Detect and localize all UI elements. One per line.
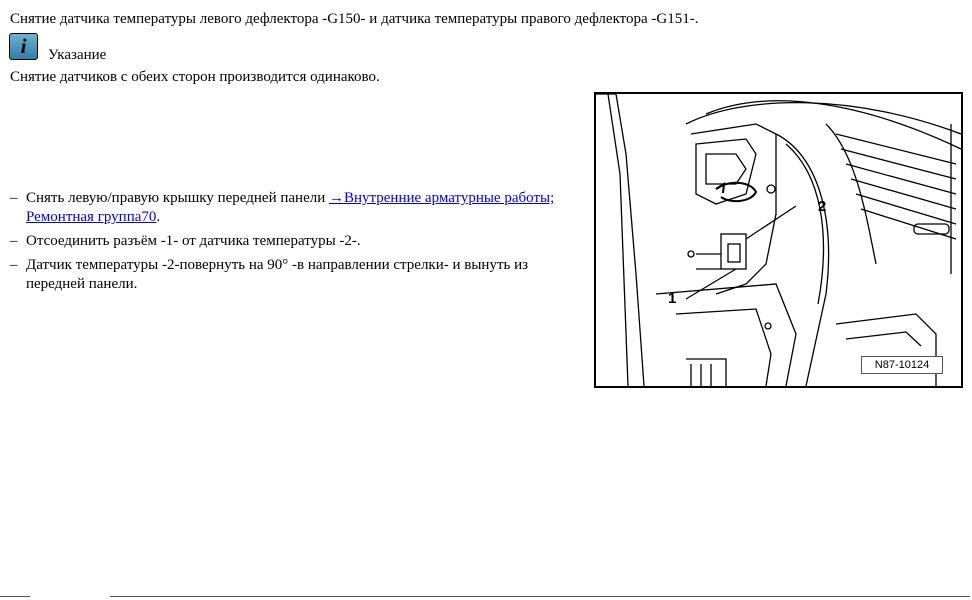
bottom-edge-right bbox=[110, 596, 970, 600]
step-text: Отсоединить разъём -1- от датчика темпер… bbox=[26, 233, 361, 249]
bottom-edge-left bbox=[0, 596, 30, 600]
page-title: Снятие датчика температуры левого дефлек… bbox=[10, 11, 699, 27]
info-icon: i bbox=[9, 33, 38, 60]
step-item: Отсоединить разъём -1- от датчика темпер… bbox=[10, 232, 570, 251]
step-text: Снять левую/правую крышку передней панел… bbox=[26, 190, 329, 206]
note-label: Указание bbox=[48, 47, 107, 63]
technical-illustration: 2 1 N87-10124 bbox=[594, 92, 963, 388]
callout-1: 1 bbox=[668, 290, 677, 307]
note-text: Снятие датчиков с обеих сторон производи… bbox=[10, 69, 380, 85]
step-text: Датчик температуры -2-повернуть на 90° -… bbox=[26, 257, 529, 292]
instruction-steps: Снять левую/правую крышку передней панел… bbox=[10, 189, 570, 299]
step-item: Датчик температуры -2-повернуть на 90° -… bbox=[10, 256, 570, 294]
callout-2: 2 bbox=[818, 198, 827, 215]
dashboard-drawing bbox=[596, 94, 961, 386]
bottom-scroll-edge bbox=[0, 596, 972, 600]
step-suffix: . bbox=[156, 209, 161, 225]
figure-number: N87-10124 bbox=[861, 356, 943, 374]
step-item: Снять левую/правую крышку передней панел… bbox=[10, 189, 570, 227]
info-icon-glyph: i bbox=[20, 34, 27, 58]
